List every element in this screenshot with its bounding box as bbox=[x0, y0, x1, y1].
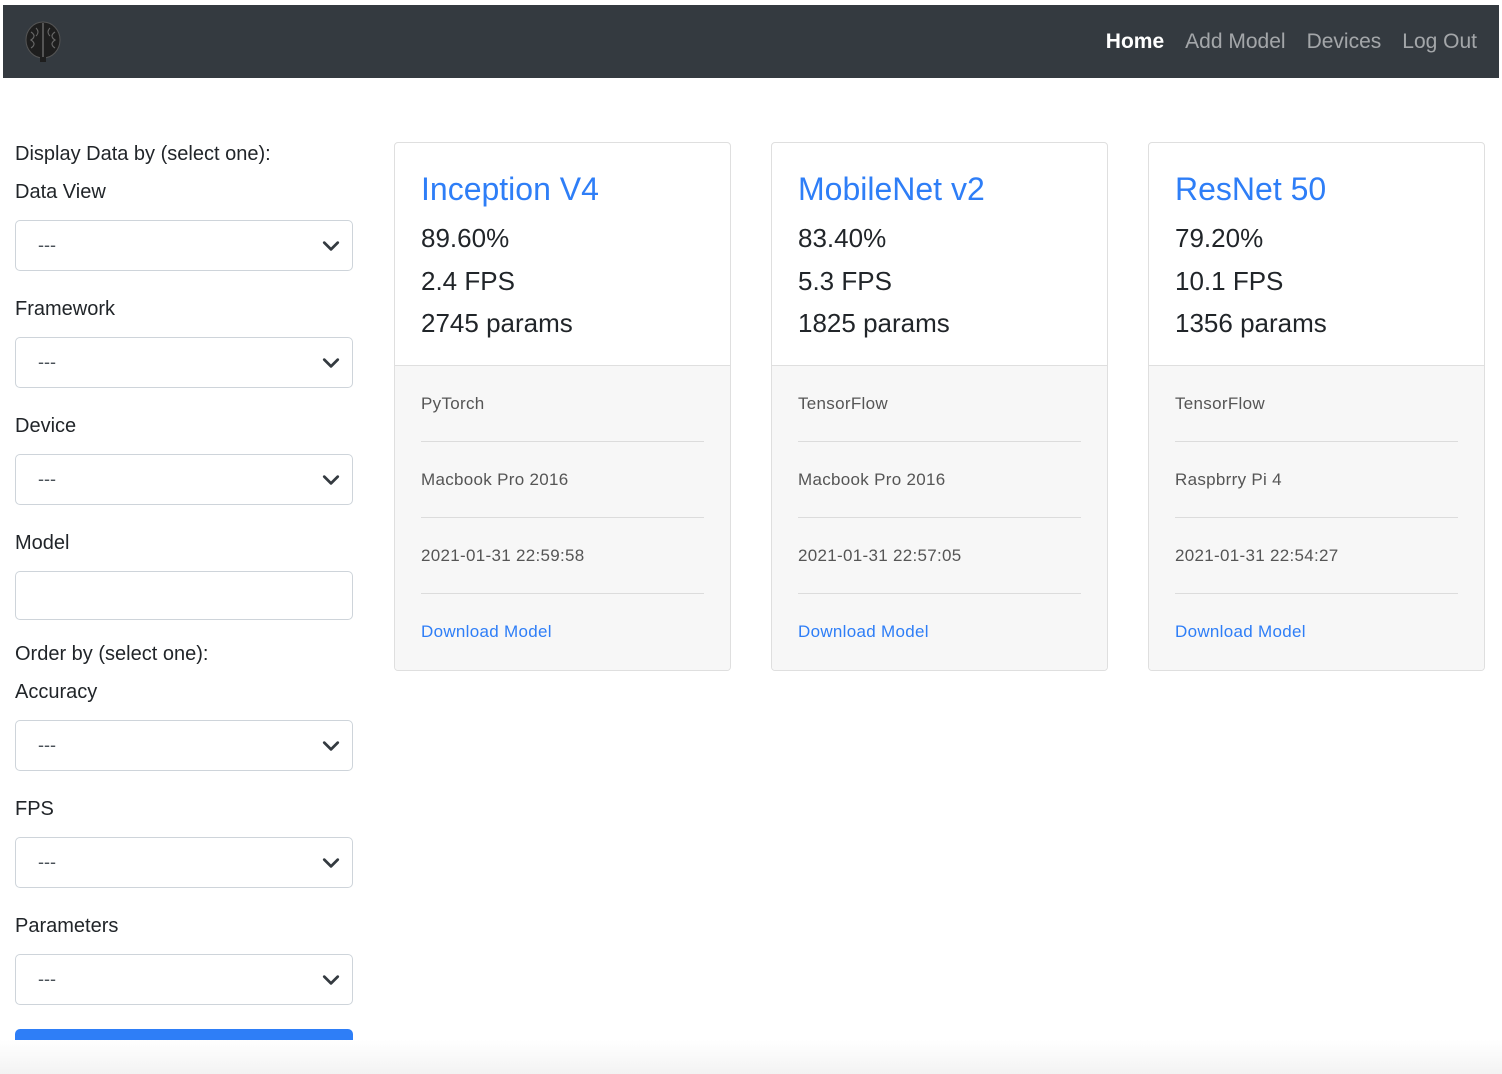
download-row: Download Model bbox=[421, 594, 704, 670]
order-by-heading: Order by (select one): bbox=[15, 643, 209, 665]
params-value: 1825 params bbox=[798, 308, 950, 338]
params-value: 2745 params bbox=[421, 308, 573, 338]
data-view-select[interactable]: --- bbox=[15, 220, 353, 271]
card-header: MobileNet v2 83.40% 5.3 FPS 1825 params bbox=[772, 143, 1107, 366]
timestamp-row: 2021-01-31 22:54:27 bbox=[1175, 518, 1458, 594]
model-cards: Inception V4 89.60% 2.4 FPS 2745 params … bbox=[394, 142, 1485, 671]
model-title: MobileNet v2 bbox=[798, 171, 985, 207]
device-select-value: --- bbox=[38, 469, 56, 489]
timestamp-row: 2021-01-31 22:57:05 bbox=[798, 518, 1081, 594]
download-row: Download Model bbox=[798, 594, 1081, 670]
card-details: PyTorch Macbook Pro 2016 2021-01-31 22:5… bbox=[395, 366, 730, 670]
accuracy-select[interactable]: --- bbox=[15, 720, 353, 771]
device-row: Macbook Pro 2016 bbox=[798, 442, 1081, 518]
chevron-down-icon bbox=[322, 740, 340, 751]
fps-value: 10.1 FPS bbox=[1175, 265, 1284, 296]
nav-home-link[interactable]: Home bbox=[1106, 30, 1164, 54]
framework-row: TensorFlow bbox=[798, 366, 1081, 442]
filter-sidebar: Display Data by (select one): Data View … bbox=[15, 140, 353, 1074]
download-model-link[interactable]: Download Model bbox=[421, 622, 552, 642]
device-label: Device bbox=[15, 415, 77, 437]
nav-add-model-link[interactable]: Add Model bbox=[1185, 30, 1285, 54]
fps-select-value: --- bbox=[38, 852, 56, 872]
nav-links: Home Add Model Devices Log Out bbox=[1106, 30, 1477, 54]
device-row: Raspbrry Pi 4 bbox=[1175, 442, 1458, 518]
fps-label: FPS bbox=[15, 798, 54, 820]
fps-select[interactable]: --- bbox=[15, 837, 353, 888]
accuracy-value: 89.60% bbox=[421, 223, 510, 253]
card-details: TensorFlow Raspbrry Pi 4 2021-01-31 22:5… bbox=[1149, 366, 1484, 670]
fps-value: 5.3 FPS bbox=[798, 265, 892, 296]
framework-select-value: --- bbox=[38, 352, 56, 372]
download-row: Download Model bbox=[1175, 594, 1458, 670]
timestamp-row: 2021-01-31 22:59:58 bbox=[421, 518, 704, 594]
model-input[interactable] bbox=[15, 571, 353, 620]
model-card: MobileNet v2 83.40% 5.3 FPS 1825 params … bbox=[771, 142, 1108, 671]
display-data-heading: Display Data by (select one): bbox=[15, 143, 271, 165]
device-select[interactable]: --- bbox=[15, 454, 353, 505]
accuracy-select-value: --- bbox=[38, 735, 56, 755]
accuracy-value: 83.40% bbox=[798, 223, 887, 253]
accuracy-label: Accuracy bbox=[15, 681, 98, 703]
nav-log-out-link[interactable]: Log Out bbox=[1402, 30, 1477, 54]
accuracy-value: 79.20% bbox=[1175, 223, 1264, 253]
model-card: Inception V4 89.60% 2.4 FPS 2745 params … bbox=[394, 142, 731, 671]
parameters-select-value: --- bbox=[38, 969, 56, 989]
download-model-link[interactable]: Download Model bbox=[798, 622, 929, 642]
brain-logo-icon[interactable] bbox=[21, 18, 65, 66]
framework-row: PyTorch bbox=[421, 366, 704, 442]
framework-row: TensorFlow bbox=[1175, 366, 1458, 442]
card-details: TensorFlow Macbook Pro 2016 2021-01-31 2… bbox=[772, 366, 1107, 670]
model-card: ResNet 50 79.20% 10.1 FPS 1356 params Te… bbox=[1148, 142, 1485, 671]
model-label: Model bbox=[15, 532, 70, 554]
parameters-label: Parameters bbox=[15, 915, 119, 937]
card-header: ResNet 50 79.20% 10.1 FPS 1356 params bbox=[1149, 143, 1484, 366]
chevron-down-icon bbox=[322, 974, 340, 985]
data-view-label: Data View bbox=[15, 181, 106, 203]
download-model-link[interactable]: Download Model bbox=[1175, 622, 1306, 642]
params-value: 1356 params bbox=[1175, 308, 1327, 338]
framework-label: Framework bbox=[15, 298, 116, 320]
device-row: Macbook Pro 2016 bbox=[421, 442, 704, 518]
parameters-select[interactable]: --- bbox=[15, 954, 353, 1005]
chevron-down-icon bbox=[322, 857, 340, 868]
chevron-down-icon bbox=[322, 474, 340, 485]
model-title: ResNet 50 bbox=[1175, 171, 1327, 207]
chevron-down-icon bbox=[322, 240, 340, 251]
chevron-down-icon bbox=[322, 357, 340, 368]
top-navbar: Home Add Model Devices Log Out bbox=[3, 5, 1499, 78]
fps-value: 2.4 FPS bbox=[421, 265, 515, 296]
card-header: Inception V4 89.60% 2.4 FPS 2745 params bbox=[395, 143, 730, 366]
model-title: Inception V4 bbox=[421, 171, 599, 207]
page-bottom-shade bbox=[0, 1040, 1502, 1074]
framework-select[interactable]: --- bbox=[15, 337, 353, 388]
nav-devices-link[interactable]: Devices bbox=[1307, 30, 1382, 54]
data-view-select-value: --- bbox=[38, 235, 56, 255]
